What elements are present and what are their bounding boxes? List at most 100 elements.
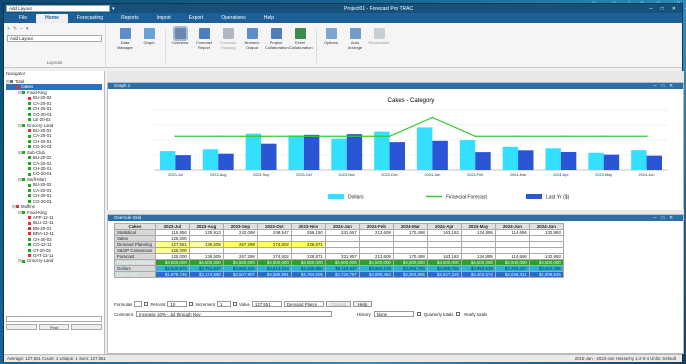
status-icon [10, 80, 13, 84]
point-financial-forecast [645, 135, 648, 138]
tree-toggle-icon[interactable]: ⊟ [18, 90, 22, 95]
find-next-button[interactable] [71, 324, 103, 330]
bar-last-yr [646, 155, 663, 170]
legend-label: Last Yr ($) [546, 195, 570, 201]
value-input[interactable]: 127,551 [251, 301, 282, 307]
grid-cell[interactable]: $3,720,787 [324, 271, 360, 278]
find-button[interactable]: Find [38, 324, 70, 330]
value-label: Value [238, 301, 250, 307]
target-row-select[interactable]: Demand Planni [283, 301, 324, 307]
history-select[interactable]: None [373, 311, 414, 317]
project-collaboration-button[interactable]: Project Collaboration [265, 26, 289, 67]
tree-toggle-icon[interactable]: ⊟ [18, 123, 22, 128]
quarterly-checkbox[interactable] [416, 312, 421, 316]
close-icon[interactable]: ✕ [672, 6, 676, 12]
grid-cell[interactable]: $4,784,005 [290, 271, 326, 278]
options-button[interactable]: Options [320, 26, 342, 67]
close-icon[interactable]: ✕ [669, 83, 678, 88]
bar-dollars [331, 138, 347, 170]
layout-select[interactable]: Add Layout [7, 35, 102, 42]
find-prev-button[interactable] [6, 324, 37, 330]
percent-input[interactable]: 10 [167, 301, 188, 307]
increment-input[interactable]: 1 [216, 301, 231, 307]
point-financial-forecast [345, 135, 348, 138]
tree-toggle-icon[interactable]: ⊟ [12, 84, 16, 89]
tree-toggle-icon[interactable]: ⊟ [18, 150, 22, 155]
tree-item[interactable]: ⊟ Grocery-Land [6, 258, 102, 263]
graph-title: Graph 1 [114, 83, 131, 88]
grid-row: Last Yr ($) $1,978,746 $2,174,580 $3,507,90… [114, 271, 564, 278]
add-icon[interactable]: + [7, 26, 10, 32]
status-icon [16, 205, 19, 209]
bar-dollars [245, 133, 262, 170]
quick-layout-select[interactable]: Add Layout [6, 5, 110, 12]
menu-export[interactable]: Export [180, 14, 212, 23]
forecast-tracking-button[interactable]: Forecast Tracking [217, 26, 239, 67]
menu-reports[interactable]: Reports [112, 14, 148, 23]
formula-select[interactable] [134, 301, 143, 307]
layouts-group: + ✎ − ▾ Add Layout Layouts [4, 23, 106, 67]
grid-cell[interactable]: $2,383,895 [392, 271, 428, 278]
maximize-icon[interactable]: □ [661, 6, 664, 12]
recalculate-button[interactable]: Recalculate [368, 26, 390, 67]
tree-toggle-icon[interactable]: ⊟ [6, 79, 10, 84]
status-icon [28, 129, 31, 133]
grid-cell[interactable]: $2,627,225 [426, 271, 462, 278]
auto-arrange-button[interactable]: Auto Arrange [344, 26, 366, 67]
tree-toggle-icon[interactable]: ⊟ [12, 204, 16, 209]
status-icon [28, 107, 31, 111]
grid-cell[interactable]: $3,889,454 [358, 271, 394, 278]
percent-checkbox[interactable] [144, 302, 149, 306]
tree-toggle-icon[interactable]: ⊟ [18, 258, 22, 263]
find-input[interactable] [6, 316, 102, 322]
minimize-icon[interactable]: ─ [653, 215, 661, 220]
chart: Cakes - Category 2023-Jul 2023-Aug 2023-Sep… [108, 90, 683, 210]
increment-checkbox[interactable] [189, 302, 194, 306]
commit-button[interactable]: Commit [325, 301, 352, 307]
forecast-report-button[interactable]: Forecast Report [193, 26, 215, 67]
help-button[interactable]: Help [353, 301, 373, 307]
dropdown-icon[interactable]: ▾ [112, 6, 115, 12]
tree-toggle-icon[interactable]: ⊟ [18, 210, 22, 215]
tree-toggle-icon[interactable]: ⊟ [18, 177, 22, 182]
status-icon [28, 145, 31, 149]
status-bar: Average: 127,551 Count: 1 Unique: 1 Sum:… [4, 354, 682, 362]
comment-label: Comment [114, 311, 134, 317]
bar-last-yr [346, 134, 363, 170]
data-manager-button[interactable]: Data Manager [114, 26, 136, 67]
overview-button[interactable]: Overview [169, 26, 191, 67]
yearly-checkbox[interactable] [456, 312, 461, 316]
menu-operations[interactable]: Operations [212, 14, 254, 23]
grid-cell[interactable]: $1,908,845 [528, 271, 564, 278]
x-tick-label: 2024-May [595, 173, 612, 177]
bar-last-yr [518, 150, 534, 170]
numeric-output-button[interactable]: Numeric Output [241, 26, 263, 67]
edit-icon[interactable]: ✎ [13, 26, 17, 32]
status-icon [28, 172, 31, 176]
ribbon-button-label: Forecast Report [196, 40, 212, 50]
grid-cell[interactable]: $2,048,321 [494, 271, 530, 278]
status-icon [28, 216, 31, 220]
overview-icon [172, 26, 188, 41]
minimize-icon[interactable]: ─ [653, 83, 661, 88]
delete-icon[interactable]: − [20, 26, 23, 32]
grid-cell[interactable]: $3,507,907 [222, 271, 258, 278]
menu-file[interactable]: File [10, 14, 36, 23]
minimize-icon[interactable]: ─ [649, 6, 653, 12]
grid-cell[interactable]: $2,403,574 [460, 271, 496, 278]
grid-cell[interactable]: $2,174,580 [188, 271, 224, 278]
grid-cell[interactable]: $4,689,991 [256, 271, 292, 278]
graph-button[interactable]: Graph [138, 26, 160, 67]
menu-forecasting[interactable]: Forecasting [68, 14, 112, 23]
menu-home[interactable]: Home [36, 14, 68, 23]
menu-help[interactable]: Help [255, 14, 283, 23]
value-checkbox[interactable] [232, 302, 237, 306]
point-financial-forecast [260, 135, 262, 138]
comment-input[interactable]: Increase 10% - Jul through Nov [136, 311, 333, 317]
auto-arrange-icon [349, 28, 361, 39]
menu-import[interactable]: Import [148, 14, 180, 23]
dropdown-icon[interactable]: ▾ [26, 26, 29, 32]
close-icon[interactable]: ✕ [669, 215, 678, 220]
grid-cell[interactable]: $1,978,746 [154, 271, 190, 278]
excel-collaboration-button[interactable]: Excel Collaboration [289, 26, 313, 67]
